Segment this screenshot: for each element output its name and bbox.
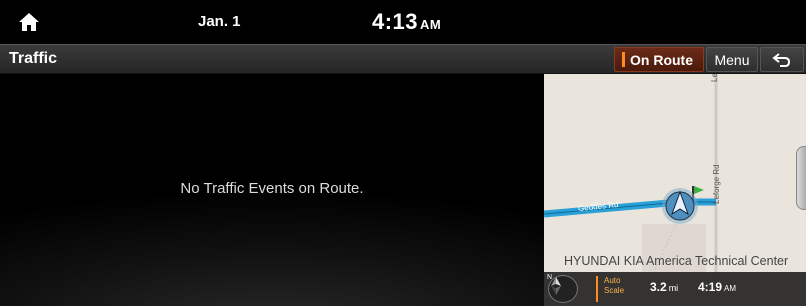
distance-value: 3.2 <box>650 280 667 294</box>
status-time-value: 4:13 <box>372 9 419 34</box>
page-title: Traffic <box>9 50 58 67</box>
on-route-button[interactable]: On Route <box>614 47 704 72</box>
home-icon <box>19 13 39 31</box>
traffic-list-area: No Traffic Events on Route. <box>0 74 544 306</box>
auto-scale-button[interactable]: Auto Scale <box>596 276 636 302</box>
header: Traffic On Route Menu <box>0 44 806 74</box>
status-time: 4:13 AM <box>372 9 441 35</box>
compass-icon <box>551 277 561 295</box>
status-date: Jan. 1 <box>198 13 241 30</box>
eta: 4:19 AM <box>698 280 736 294</box>
mini-map[interactable]: Leforge Rd Leforge Rd Geddes Rd HYUNDAI … <box>544 74 806 306</box>
home-button[interactable] <box>14 8 44 36</box>
status-time-ampm: AM <box>420 17 442 32</box>
remaining-distance: 3.2 mi <box>650 280 678 294</box>
back-arrow-icon <box>772 52 791 67</box>
map-side-handle[interactable] <box>796 146 806 210</box>
back-button[interactable] <box>760 47 804 72</box>
status-bar: Jan. 1 4:13 AM <box>0 0 806 44</box>
road-label-leforge-2: Leforge Rd <box>712 164 721 204</box>
menu-button[interactable]: Menu <box>706 47 758 72</box>
compass-button[interactable]: N <box>547 274 578 303</box>
distance-unit: mi <box>668 283 679 293</box>
on-route-indicator <box>622 52 625 67</box>
poi-label: HYUNDAI KIA America Technical Center <box>564 254 789 268</box>
no-traffic-message: No Traffic Events on Route. <box>180 180 364 197</box>
map-footer: N Auto Scale 3.2 mi 4:19 AM <box>544 272 806 306</box>
eta-time: 4:19 <box>698 280 723 294</box>
on-route-label: On Route <box>630 51 693 68</box>
vehicle-position-icon <box>662 188 698 224</box>
eta-ampm: AM <box>724 284 737 293</box>
road-label-leforge: Leforge Rd <box>710 74 719 82</box>
